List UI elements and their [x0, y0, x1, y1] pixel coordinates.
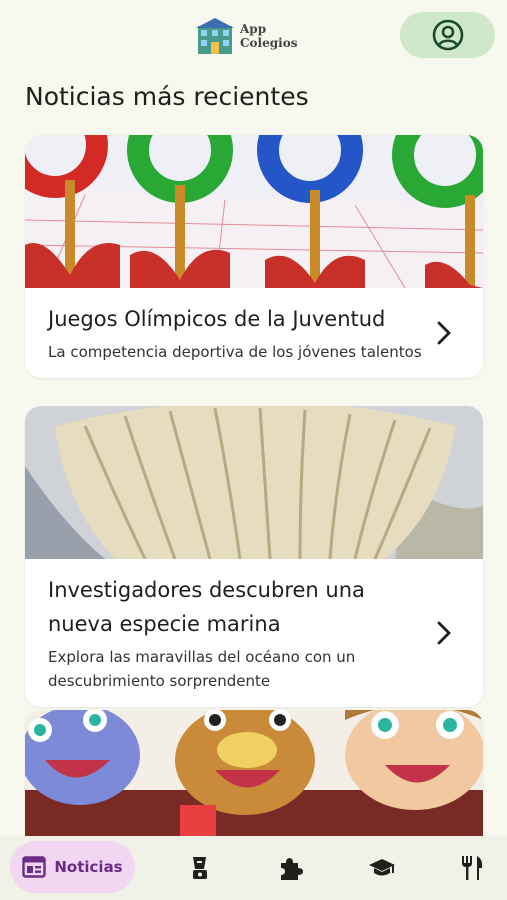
news-card-body: Investigadores descubren una nueva espec…: [25, 559, 483, 707]
logo-line2: Colegios: [240, 36, 298, 50]
news-title: Investigadores descubren una nueva espec…: [48, 578, 365, 636]
news-subtitle: Explora las maravillas del océano con un…: [48, 648, 356, 690]
news-icon: [22, 856, 47, 878]
news-title: Juegos Olímpicos de la Juventud: [48, 307, 386, 331]
news-image-olympic-rings: [25, 135, 483, 288]
account-circle-icon: [432, 19, 463, 51]
nav-item-noticias[interactable]: Noticias: [10, 841, 135, 893]
account-button[interactable]: [400, 12, 495, 58]
news-card[interactable]: Juegos Olímpicos de la Juventud La compe…: [25, 135, 483, 378]
nav-label-noticias: Noticias: [54, 858, 123, 876]
news-card[interactable]: Investigadores descubren una nueva espec…: [25, 406, 483, 707]
puzzle-icon: [281, 858, 303, 880]
chevron-right-icon: [437, 621, 451, 645]
nav-item-cafeteria[interactable]: [452, 836, 492, 900]
news-subtitle: La competencia deportiva de los jóvenes …: [48, 343, 422, 361]
fork-knife-icon: [462, 856, 483, 880]
graduation-cap-icon: [369, 859, 395, 876]
blender-icon: [193, 857, 207, 879]
logo-line1: App: [240, 22, 267, 36]
news-image-cartoon-characters: [25, 710, 483, 836]
school-building-icon: [196, 18, 234, 54]
page-title: Noticias más recientes: [25, 82, 309, 111]
logo-text: App Colegios: [240, 22, 297, 50]
bottom-navigation: Noticias: [0, 836, 507, 900]
nav-item-education[interactable]: [362, 836, 402, 900]
app-header: App Colegios: [0, 0, 507, 72]
news-card[interactable]: [25, 710, 483, 836]
news-image-seashell: [25, 406, 483, 559]
nav-item-puzzle[interactable]: [270, 836, 310, 900]
news-card-body: Juegos Olímpicos de la Juventud La compe…: [25, 288, 483, 378]
nav-item-blender[interactable]: [180, 836, 220, 900]
chevron-right-icon: [437, 321, 451, 345]
app-logo[interactable]: App Colegios: [196, 14, 297, 58]
